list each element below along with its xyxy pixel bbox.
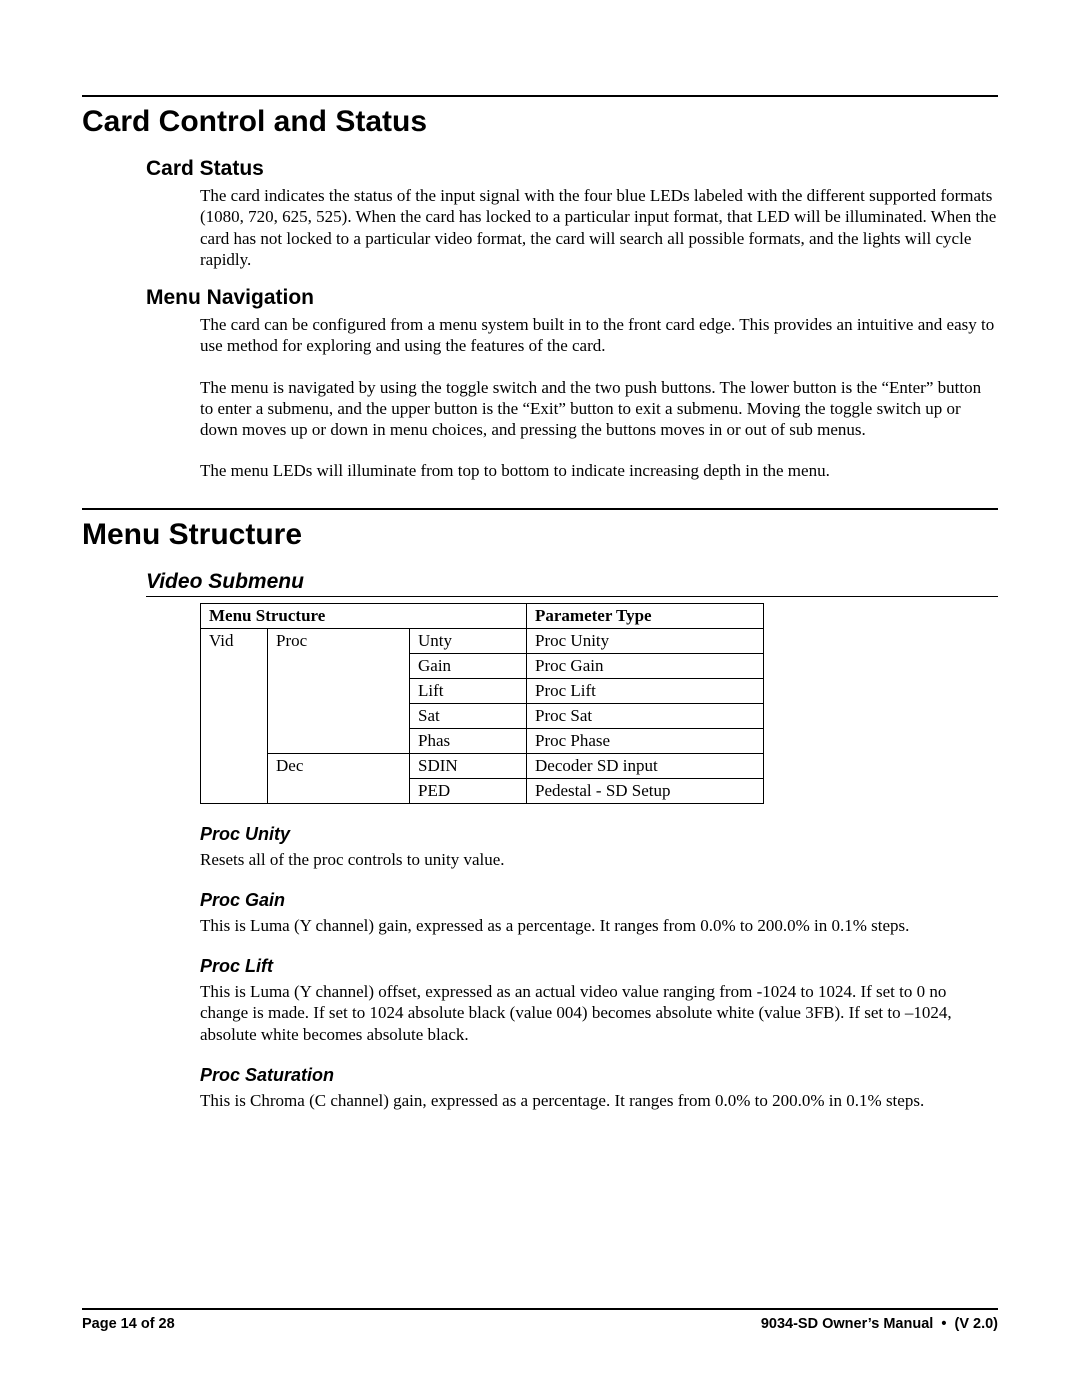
page-footer: Page 14 of 28 9034-SD Owner’s Manual • (… [82,1308,998,1332]
paragraph-proc-gain: This is Luma (Y channel) gain, expressed… [200,915,998,936]
cell: Proc Sat [527,703,764,728]
heading-card-status: Card Status [146,157,998,181]
cell: Decoder SD input [527,753,764,778]
table-row: Dec SDIN Decoder SD input [201,753,764,778]
paragraph-proc-lift: This is Luma (Y channel) offset, express… [200,981,998,1045]
cell: Proc Phase [527,728,764,753]
top-rule-2 [82,508,998,510]
cell-dec: Dec [268,753,410,803]
heading-proc-lift: Proc Lift [200,956,998,977]
cell: Proc Unity [527,628,764,653]
paragraph-card-status: The card indicates the status of the inp… [200,185,998,270]
cell: Lift [410,678,527,703]
cell: SDIN [410,753,527,778]
table-header-row: Menu Structure Parameter Type [201,603,764,628]
paragraph-proc-unity: Resets all of the proc controls to unity… [200,849,998,870]
cell-vid: Vid [201,628,268,803]
heading-video-submenu: Video Submenu [146,570,998,597]
cell-proc: Proc [268,628,410,753]
cell: Unty [410,628,527,653]
paragraph-menu-nav-2: The menu is navigated by using the toggl… [200,377,998,441]
heading-proc-saturation: Proc Saturation [200,1065,998,1086]
table-row: Vid Proc Unty Proc Unity [201,628,764,653]
cell: Gain [410,653,527,678]
table-header-parameter-type: Parameter Type [527,603,764,628]
cell: PED [410,778,527,803]
cell: Proc Lift [527,678,764,703]
cell: Sat [410,703,527,728]
paragraph-menu-nav-1: The card can be configured from a menu s… [200,314,998,357]
paragraph-menu-nav-3: The menu LEDs will illuminate from top t… [200,460,998,481]
heading-proc-gain: Proc Gain [200,890,998,911]
paragraph-proc-saturation: This is Chroma (C channel) gain, express… [200,1090,998,1111]
cell: Phas [410,728,527,753]
footer-manual-version: 9034-SD Owner’s Manual • (V 2.0) [761,1316,998,1332]
heading-card-control-status: Card Control and Status [82,105,998,139]
cell: Pedestal - SD Setup [527,778,764,803]
heading-menu-navigation: Menu Navigation [146,286,998,310]
page: Card Control and Status Card Status The … [0,0,1080,1397]
table-header-menu-structure: Menu Structure [201,603,527,628]
footer-page-number: Page 14 of 28 [82,1316,175,1332]
top-rule-1 [82,95,998,97]
heading-menu-structure: Menu Structure [82,518,998,552]
cell: Proc Gain [527,653,764,678]
heading-proc-unity: Proc Unity [200,824,998,845]
video-submenu-table: Menu Structure Parameter Type Vid Proc U… [200,603,764,804]
